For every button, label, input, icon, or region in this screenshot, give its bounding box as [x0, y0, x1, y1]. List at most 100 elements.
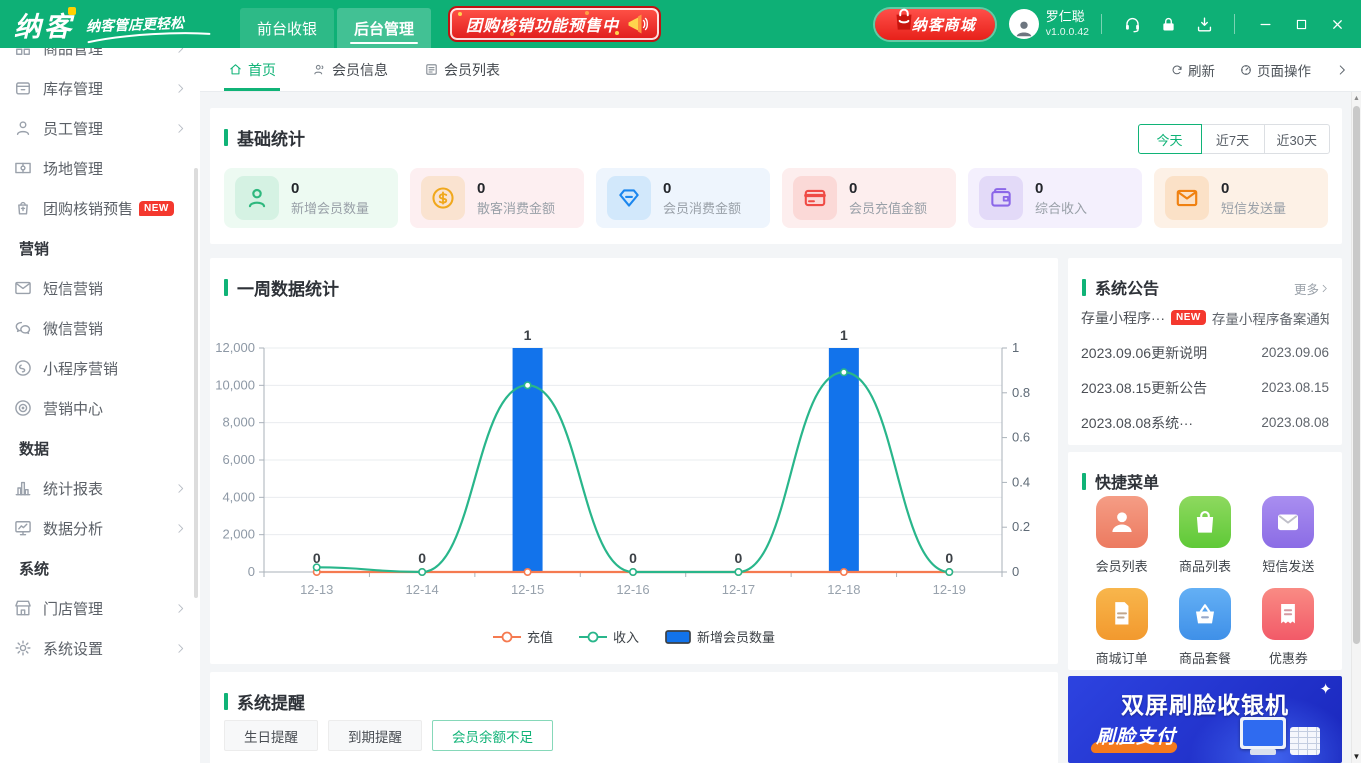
- page-tab[interactable]: 会员列表: [424, 48, 500, 91]
- basic-stats-card: 基础统计 今天近7天近30天 0新增会员数量0散客消费金额0会员消费金额0会员充…: [210, 108, 1342, 244]
- scrollbar-thumb[interactable]: [1353, 106, 1360, 644]
- sidebar-item[interactable]: 门店管理: [0, 588, 200, 628]
- page-tab-label: 首页: [248, 60, 276, 80]
- lock-button[interactable]: [1150, 6, 1186, 42]
- chevron-right-icon: [174, 642, 187, 655]
- megaphone-icon: [625, 12, 649, 36]
- svg-text:0.6: 0.6: [1012, 430, 1030, 445]
- sidebar-item[interactable]: 营销中心: [0, 388, 200, 428]
- announcement-row[interactable]: 存量小程序···NEW存量小程序备案通知: [1068, 300, 1342, 335]
- sidebar-item-label: 库存管理: [43, 78, 103, 99]
- member-person-icon: [244, 185, 270, 211]
- stat-icon-box: [979, 176, 1023, 220]
- svg-text:6,000: 6,000: [222, 452, 255, 467]
- sidebar-item[interactable]: 场地管理: [0, 148, 200, 188]
- legend-item[interactable]: 充值: [493, 627, 553, 646]
- download-button[interactable]: [1186, 6, 1222, 42]
- service-headset-button[interactable]: [1114, 6, 1150, 42]
- announcement-right: 2023.08.08: [1261, 415, 1329, 430]
- quick-menu-item[interactable]: 优惠券: [1247, 588, 1330, 667]
- svg-text:0: 0: [248, 564, 255, 579]
- scrollbar-up-arrow[interactable]: ▲: [1352, 93, 1361, 104]
- wallet-icon: [988, 185, 1014, 211]
- sidebar-item[interactable]: 数据分析: [0, 508, 200, 548]
- mall-button[interactable]: 纳客商城: [875, 9, 995, 40]
- page-operations-button[interactable]: 页面操作: [1239, 60, 1311, 80]
- legend-label: 充值: [527, 627, 553, 646]
- minimize-button[interactable]: [1247, 6, 1283, 42]
- sidebar-item[interactable]: 商品管理: [0, 48, 200, 68]
- announcement-row[interactable]: 2023.08.15更新公告2023.08.15: [1068, 370, 1342, 405]
- legend-item[interactable]: 新增会员数量: [665, 627, 775, 646]
- title-accent-bar: [224, 693, 228, 710]
- page-tab[interactable]: 首页: [228, 48, 276, 91]
- sidebar-item[interactable]: 小程序营销: [0, 348, 200, 388]
- page-tab[interactable]: 会员信息: [312, 48, 388, 91]
- brand-slogan: 纳客管店更轻松: [86, 12, 215, 36]
- announcement-row[interactable]: 2023.09.06更新说明2023.09.06: [1068, 335, 1342, 370]
- range-button[interactable]: 近7天: [1201, 124, 1265, 154]
- sidebar-item-label: 小程序营销: [43, 358, 118, 379]
- announcements-more-link[interactable]: 更多: [1294, 279, 1330, 298]
- stat-value: 0: [1221, 181, 1286, 196]
- sidebar-scrollbar-thumb[interactable]: [194, 168, 198, 598]
- sidebar-section-label: 营销: [0, 228, 200, 268]
- sidebar-item[interactable]: 库存管理: [0, 68, 200, 108]
- quick-menu-item[interactable]: 会员列表: [1080, 496, 1163, 575]
- chevron-right-icon[interactable]: [1335, 63, 1349, 77]
- sidebar-item-label: 数据分析: [43, 518, 103, 539]
- gear-icon: [13, 638, 33, 658]
- reminder-buttons: 生日提醒到期提醒会员余额不足: [224, 720, 553, 751]
- refresh-button[interactable]: 刷新: [1170, 60, 1215, 80]
- reminder-tab-button[interactable]: 生日提醒: [224, 720, 318, 751]
- stat-cards-row: 0新增会员数量0散客消费金额0会员消费金额0会员充值金额0综合收入0短信发送量: [224, 168, 1328, 228]
- lock-icon: [1159, 15, 1178, 34]
- promo-banner[interactable]: 团购核销功能预售中: [448, 6, 661, 42]
- qm-combo-icon: [1190, 599, 1220, 629]
- sidebar-item[interactable]: 短信营销: [0, 268, 200, 308]
- page-tabs: 首页 会员信息会员列表: [228, 48, 536, 91]
- quick-menu-item[interactable]: 商品列表: [1163, 496, 1246, 575]
- page-operations-label: 页面操作: [1257, 60, 1311, 80]
- svg-text:0: 0: [629, 550, 637, 566]
- reminder-tab-button[interactable]: 会员余额不足: [432, 720, 553, 751]
- scrollbar-down-arrow[interactable]: ▼: [1352, 751, 1361, 763]
- announcement-row[interactable]: 2023.08.08系统···2023.08.08: [1068, 405, 1342, 440]
- announcements-card: 系统公告 更多 存量小程序···NEW存量小程序备案通知2023.09.06更新…: [1068, 258, 1342, 445]
- sidebar-item-label: 门店管理: [43, 598, 103, 619]
- user-avatar[interactable]: [1009, 9, 1039, 39]
- maximize-button[interactable]: [1283, 6, 1319, 42]
- sidebar-item[interactable]: 系统设置: [0, 628, 200, 668]
- week-stats-chart: 12,00010,0008,0006,0004,0002,000010.80.6…: [214, 320, 1054, 625]
- header-tab[interactable]: 后台管理: [337, 8, 431, 48]
- reminder-tab-button[interactable]: 到期提醒: [328, 720, 422, 751]
- promo-label: 团购核销功能预售中: [466, 12, 619, 36]
- range-button[interactable]: 近30天: [1264, 124, 1330, 154]
- stat-value: 0: [477, 181, 555, 196]
- legend-item[interactable]: 收入: [579, 627, 639, 646]
- header-tab[interactable]: 前台收银: [240, 8, 334, 48]
- range-button[interactable]: 今天: [1138, 124, 1202, 154]
- ad-banner[interactable]: 双屏刷脸收银机 刷脸支付 ✦: [1068, 676, 1342, 763]
- title-accent-bar: [224, 279, 228, 296]
- svg-text:0: 0: [313, 550, 321, 566]
- chart-legend: 充值 收入 新增会员数量: [214, 627, 1054, 646]
- groupbuy-bag-icon: [13, 198, 33, 218]
- stat-icon-box: [793, 176, 837, 220]
- diamond-icon: [616, 185, 642, 211]
- sidebar-section-label: 数据: [0, 428, 200, 468]
- legend-label: 收入: [613, 627, 639, 646]
- week-stats-chart-area: 12,00010,0008,0006,0004,0002,000010.80.6…: [214, 320, 1054, 646]
- quick-menu-item[interactable]: 短信发送: [1247, 496, 1330, 575]
- sidebar-item[interactable]: 员工管理: [0, 108, 200, 148]
- title-accent-bar: [1082, 473, 1086, 490]
- stat-label: 散客消费金额: [477, 202, 555, 215]
- sidebar-item[interactable]: 团购核销预售NEW: [0, 188, 200, 228]
- shop-bag-icon: [889, 4, 919, 34]
- quick-menu-item[interactable]: 商城订单: [1080, 588, 1163, 667]
- sidebar-item[interactable]: 微信营销: [0, 308, 200, 348]
- sidebar-item[interactable]: 统计报表: [0, 468, 200, 508]
- close-button[interactable]: [1319, 6, 1355, 42]
- store-icon: [13, 598, 33, 618]
- quick-menu-item[interactable]: 商品套餐: [1163, 588, 1246, 667]
